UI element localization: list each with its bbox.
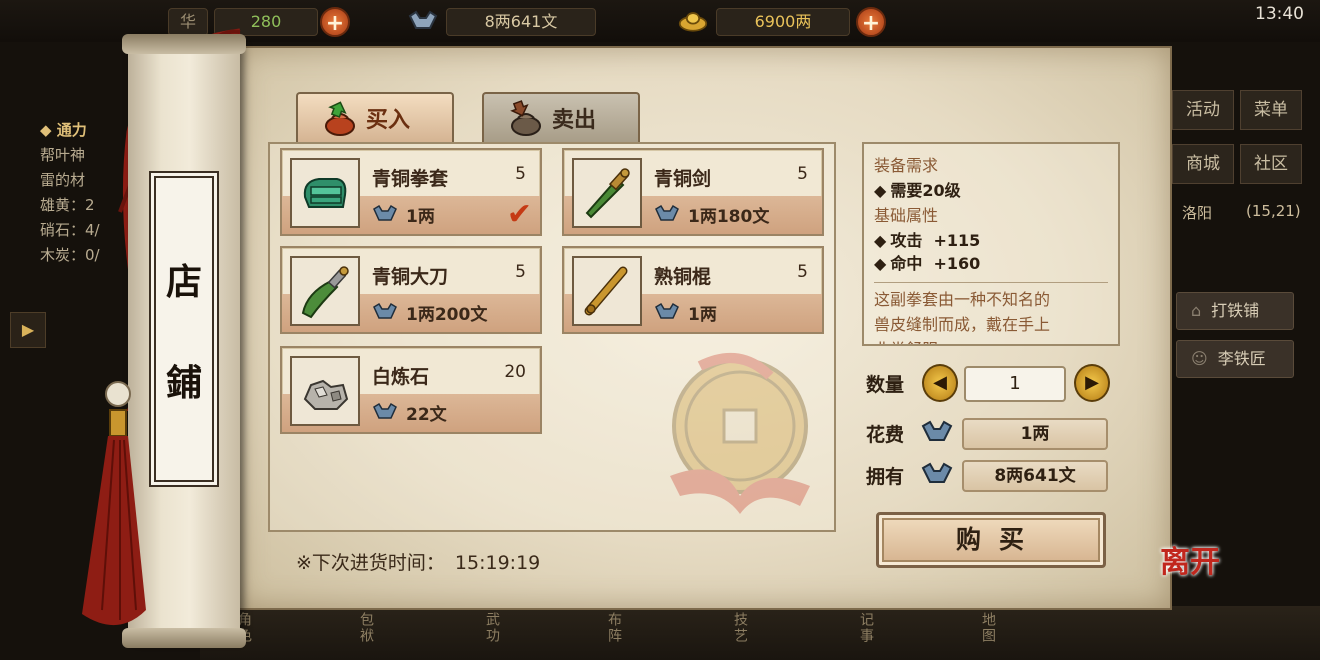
silver-ingot-icon <box>921 420 953 441</box>
add-resource-button[interactable]: + <box>320 7 350 37</box>
item-price: 22文 <box>372 400 447 425</box>
item-name: 青铜大刀 <box>372 266 449 288</box>
item-description: 这副拳套由一种不知名的 兽皮缝制而成，戴在手上 非常舒服 <box>874 290 1051 344</box>
nav-martial-arts[interactable]: 武功 <box>482 612 502 644</box>
tab-sell-label: 卖出 <box>552 108 597 133</box>
item-quantity: 20 <box>504 362 526 382</box>
tab-sell[interactable]: 卖出 <box>482 92 640 142</box>
leave-button[interactable]: 离开 <box>1160 548 1220 612</box>
nav-formation[interactable]: 布阵 <box>604 612 624 644</box>
coin-seal-watermark <box>670 353 810 514</box>
item-name: 青铜拳套 <box>372 168 449 190</box>
nav-map[interactable]: 地图 <box>978 612 998 644</box>
item-price: 1两180文 <box>654 202 770 227</box>
decrease-quantity-button[interactable]: ◀ <box>922 364 958 402</box>
add-gold-button[interactable]: + <box>856 7 886 37</box>
nav-journal[interactable]: 记事 <box>856 612 876 644</box>
shop-item-card[interactable]: 青铜剑 5 1两180文 <box>562 148 824 236</box>
owned-value: 8两641文 <box>962 460 1108 492</box>
item-detail-panel: 装备需求 ◆ 需要20级 基础属性 ◆ 攻击 +115 ◆ 命中 +160 这副拳套由… <box>862 142 1120 346</box>
npc-label: 打铁铺 <box>1211 301 1260 320</box>
increase-quantity-button[interactable]: ▶ <box>1074 364 1110 402</box>
mall-button[interactable]: 商城 <box>1172 144 1234 184</box>
item-price: 1两200文 <box>372 300 488 325</box>
silver-ingot-icon <box>408 6 438 36</box>
cost-label: 花费 <box>866 424 905 446</box>
restock-label: ※下次进货时间： <box>296 552 445 574</box>
item-quantity: 5 <box>797 164 808 184</box>
silver-ingot-icon <box>373 302 397 319</box>
selected-check-icon: ✔ <box>506 197 532 232</box>
community-button[interactable]: 社区 <box>1240 144 1302 184</box>
gauntlet-icon <box>290 158 360 228</box>
item-quantity: 5 <box>515 164 526 184</box>
tab-buy-label: 买入 <box>366 108 411 133</box>
menu-button[interactable]: 菜单 <box>1240 90 1302 130</box>
item-price-value: 1两 <box>406 206 435 227</box>
ore-icon <box>290 356 360 426</box>
silver-ingot-icon <box>655 204 679 221</box>
buy-button[interactable]: 购买 <box>876 512 1106 568</box>
silver-balance: 8两641文 <box>446 8 596 36</box>
detail-divider <box>874 282 1108 283</box>
location-coords: (15,21) <box>1246 202 1301 220</box>
tassel-ornament <box>82 381 146 626</box>
silver-ingot-icon <box>373 402 397 419</box>
shop-title-char: 鋪 <box>165 361 202 404</box>
gold-ingot-icon <box>678 6 708 36</box>
staff-icon <box>572 256 642 326</box>
item-price-value: 22文 <box>406 404 447 425</box>
silver-ingot-icon <box>655 302 679 319</box>
owned-label: 拥有 <box>866 466 905 488</box>
house-icon: ⌂ <box>1191 301 1202 320</box>
shop-item-card[interactable]: 白炼石 20 22文 <box>280 346 542 434</box>
npc-label: 李铁匠 <box>1217 349 1266 368</box>
shop-title-plaque: 店 鋪 <box>151 173 217 485</box>
clock: 13:40 <box>1255 4 1304 24</box>
gold-balance: 6900两 <box>716 8 850 36</box>
silver-ingot-icon <box>921 462 953 483</box>
item-quantity: 5 <box>797 262 808 282</box>
item-quantity: 5 <box>515 262 526 282</box>
shop-item-card[interactable]: 青铜拳套 5 1两 ✔ <box>280 148 542 236</box>
item-price: 1两 <box>372 202 435 227</box>
nav-skills[interactable]: 技艺 <box>730 612 750 644</box>
activity-button[interactable]: 活动 <box>1172 90 1234 130</box>
broadsword-icon <box>290 256 360 326</box>
item-name: 白炼石 <box>372 366 430 388</box>
sword-icon <box>572 158 642 228</box>
requirement-level: ◆ 需要20级 <box>874 181 961 200</box>
expand-panel-button[interactable]: ▶ <box>10 312 46 348</box>
quantity-label: 数量 <box>866 374 905 396</box>
restock-time: 15:19:19 <box>454 552 541 574</box>
item-price: 1两 <box>654 300 717 325</box>
item-price-value: 1两200文 <box>406 304 488 325</box>
npc-blacksmith-li[interactable]: ☺ 李铁匠 <box>1176 340 1294 378</box>
requirement-heading: 装备需求 <box>874 156 939 175</box>
shop-title-char: 店 <box>165 260 202 303</box>
npc-blacksmith-shop[interactable]: ⌂ 打铁铺 <box>1176 292 1294 330</box>
cost-value: 1两 <box>962 418 1108 450</box>
nav-bag[interactable]: 包袱 <box>356 612 376 644</box>
buy-bag-icon <box>325 101 355 136</box>
attribute-row: ◆ 命中 +160 <box>874 254 981 273</box>
item-name: 熟铜棍 <box>654 266 712 288</box>
shop-item-card[interactable]: 青铜大刀 5 1两200文 <box>280 246 542 334</box>
shop-item-card[interactable]: 熟铜棍 5 1两 <box>562 246 824 334</box>
item-name: 青铜剑 <box>654 168 712 190</box>
location-name: 洛阳 <box>1182 204 1213 222</box>
sell-bag-icon <box>510 100 541 136</box>
person-icon: ☺ <box>1191 349 1208 368</box>
attribute-heading: 基础属性 <box>874 206 939 225</box>
tab-buy[interactable]: 买入 <box>296 92 454 142</box>
quantity-input[interactable]: 1 <box>964 366 1066 402</box>
restock-timer: ※下次进货时间： 15:19:19 <box>296 548 540 575</box>
silver-ingot-icon <box>373 204 397 221</box>
item-price-value: 1两180文 <box>688 206 770 227</box>
item-price-value: 1两 <box>688 304 717 325</box>
attribute-row: ◆ 攻击 +115 <box>874 231 981 250</box>
